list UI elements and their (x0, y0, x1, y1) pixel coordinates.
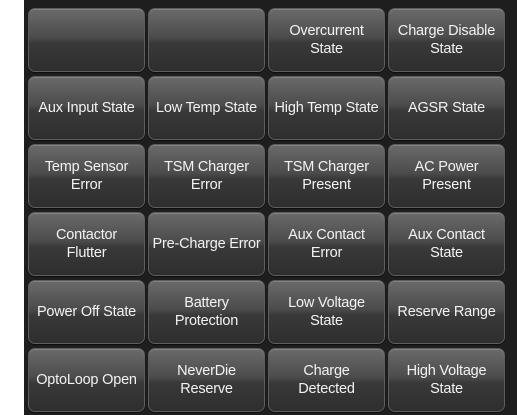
ac-power-present-tile[interactable]: AC Power Present (388, 144, 505, 208)
power-off-state-tile[interactable]: Power Off State (28, 280, 145, 344)
charge-disable-state-tile[interactable]: Charge Disable State (388, 8, 505, 72)
tile-label: Overcurrent State (289, 23, 364, 57)
tile-label: Aux Contact Error (288, 227, 365, 261)
low-temp-state-tile[interactable]: Low Temp State (148, 76, 265, 140)
status-tile-grid: Overcurrent State Charge Disable State A… (28, 8, 505, 412)
tile-label: Aux Contact State (408, 227, 485, 261)
tile-label: TSM Charger Present (284, 159, 369, 193)
tile-label: Temp Sensor Error (44, 159, 129, 193)
tile-label: Aux Input State (38, 100, 135, 116)
overcurrent-state-tile[interactable]: Overcurrent State (268, 8, 385, 72)
tile-label: High Voltage State (406, 363, 487, 397)
low-voltage-state-tile[interactable]: Low Voltage State (268, 280, 385, 344)
optoloop-open-tile[interactable]: OptoLoop Open (28, 348, 145, 412)
charge-detected-tile[interactable]: Charge Detected (268, 348, 385, 412)
tile-label: Contactor Flutter (55, 227, 118, 261)
battery-protection-tile[interactable]: Battery Protection (148, 280, 265, 344)
reserve-range-tile[interactable]: Reserve Range (388, 280, 505, 344)
contactor-flutter-tile[interactable]: Contactor Flutter (28, 212, 145, 276)
tsm-charger-present-tile[interactable]: TSM Charger Present (268, 144, 385, 208)
agsr-state-tile[interactable]: AGSR State (388, 76, 505, 140)
tile-label: TSM Charger Error (164, 159, 249, 193)
status-panel: Overcurrent State Charge Disable State A… (24, 0, 517, 415)
tile-label: Charge Disable State (397, 23, 496, 57)
tile-label: Low Temp State (156, 100, 257, 116)
pre-charge-error-tile[interactable]: Pre-Charge Error (148, 212, 265, 276)
tile-label: High Temp State (274, 100, 379, 116)
tile-label: NeverDie Reserve (177, 363, 236, 397)
tile-label: AGSR State (408, 100, 485, 116)
aux-contact-state-tile[interactable]: Aux Contact State (388, 212, 505, 276)
high-temp-state-tile[interactable]: High Temp State (268, 76, 385, 140)
temp-sensor-error-tile[interactable]: Temp Sensor Error (28, 144, 145, 208)
high-voltage-state-tile[interactable]: High Voltage State (388, 348, 505, 412)
tile-label: Battery Protection (174, 295, 239, 329)
tile-label: AC Power Present (414, 159, 479, 193)
tile-label: Low Voltage State (288, 295, 365, 329)
blank-tile-2[interactable] (148, 8, 265, 72)
tile-label: Pre-Charge Error (152, 236, 261, 252)
tile-label: Reserve Range (397, 304, 496, 320)
blank-tile-1[interactable] (28, 8, 145, 72)
tile-label: OptoLoop Open (36, 372, 137, 388)
aux-contact-error-tile[interactable]: Aux Contact Error (268, 212, 385, 276)
neverdie-reserve-tile[interactable]: NeverDie Reserve (148, 348, 265, 412)
tile-label: Power Off State (36, 304, 137, 320)
aux-input-state-tile[interactable]: Aux Input State (28, 76, 145, 140)
tile-label: Charge Detected (298, 363, 355, 397)
tsm-charger-error-tile[interactable]: TSM Charger Error (148, 144, 265, 208)
